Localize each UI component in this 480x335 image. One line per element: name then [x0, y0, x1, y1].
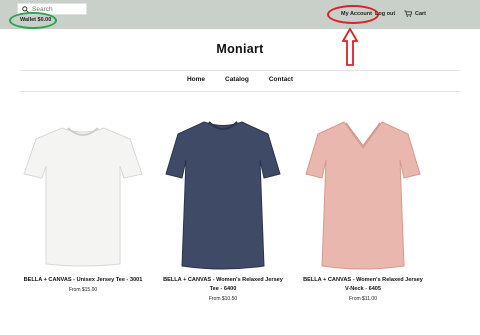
nav-top-divider: [20, 70, 460, 71]
account-highlight-circle: [327, 5, 379, 24]
top-bar: Wallet $0.00 My Account Log out Cart: [0, 0, 480, 29]
nav-contact[interactable]: Contact: [269, 76, 293, 83]
product-price: From $10.50: [208, 295, 238, 302]
product-image[interactable]: [20, 114, 146, 274]
nav-bottom-divider: [20, 91, 460, 92]
cart-icon: [404, 10, 412, 17]
product-card[interactable]: BELLA + CANVAS - Women's Relaxed Jersey …: [300, 114, 426, 302]
wallet-highlight-circle: [9, 12, 57, 29]
main-nav: Home Catalog Contact: [0, 76, 480, 83]
product-card[interactable]: BELLA + CANVAS - Unisex Jersey Tee - 300…: [20, 114, 146, 293]
product-price: From $11.00: [349, 295, 377, 302]
product-card[interactable]: BELLA + CANVAS - Women's Relaxed Jersey …: [160, 114, 286, 302]
cart-link[interactable]: Cart: [404, 10, 426, 17]
product-image[interactable]: [300, 114, 426, 274]
logout-link[interactable]: Log out: [375, 11, 395, 17]
nav-home[interactable]: Home: [187, 76, 205, 83]
product-price: From $15.00: [68, 286, 98, 293]
product-title[interactable]: BELLA + CANVAS - Unisex Jersey Tee - 300…: [20, 276, 146, 285]
nav-catalog[interactable]: Catalog: [225, 76, 249, 83]
cart-label: Cart: [415, 10, 427, 17]
site-logo[interactable]: Moniart: [0, 42, 480, 56]
product-title[interactable]: BELLA + CANVAS - Women's Relaxed Jersey …: [160, 276, 286, 294]
product-image[interactable]: [160, 114, 286, 274]
product-title[interactable]: BELLA + CANVAS - Women's Relaxed Jersey …: [300, 276, 426, 294]
